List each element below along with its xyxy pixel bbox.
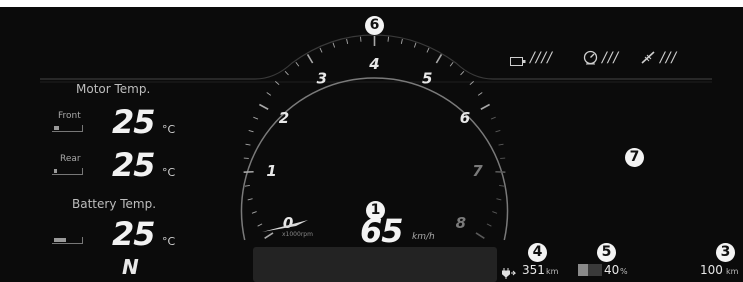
dial-minor-tick — [257, 223, 263, 227]
instrument-cluster: 0 1 2 3 4 5 6 7 8 6 7 //// /// /// Motor Temp. F… — [0, 7, 743, 282]
dial-minor-tick — [413, 42, 417, 48]
dial-major-tick — [435, 54, 443, 64]
dial-minor-tick — [499, 184, 505, 187]
dial-minor-tick — [495, 130, 501, 133]
dial-minor-tick — [498, 143, 504, 146]
spark-plug-icon — [640, 50, 656, 69]
rear-temp-bar — [52, 168, 83, 175]
charge-bar — [578, 264, 602, 276]
range-unit: km — [546, 267, 559, 276]
dial-minor-tick — [492, 211, 498, 214]
front-temp-bar — [52, 125, 83, 132]
range-value: 351 — [522, 263, 545, 277]
dial-minor-tick — [251, 211, 257, 214]
front-temp-value: 25 — [112, 103, 156, 141]
dial-minor-tick — [295, 61, 300, 67]
dial-minor-tick — [253, 116, 259, 120]
callout-5: 5 — [597, 243, 616, 262]
dial-tick-label: 4 — [368, 55, 379, 73]
dial-minor-tick — [486, 223, 492, 227]
trip-unit: km — [726, 267, 739, 276]
callout-1: 1 — [366, 201, 385, 220]
dial-minor-tick — [247, 198, 253, 201]
front-temp-bar-fill — [54, 126, 59, 130]
rear-temp-bar-fill — [54, 169, 57, 173]
battery-indicator-marks: //// — [530, 50, 553, 66]
spark-indicator-marks: /// — [660, 50, 678, 66]
dial-tick-label: 1 — [266, 162, 276, 180]
figure-stage: 0 1 2 3 4 5 6 7 8 6 7 //// /// /// Motor Temp. F… — [0, 0, 743, 282]
callout-6: 6 — [365, 16, 384, 35]
dial-minor-tick — [319, 47, 323, 53]
front-label: Front — [58, 111, 81, 121]
dial-tick-label: 0 — [283, 214, 293, 232]
motor-temp-title: Motor Temp. — [76, 82, 151, 96]
battery-temp-unit: °C — [162, 235, 176, 248]
dial-minor-tick — [248, 130, 254, 133]
callout-7: 7 — [625, 148, 644, 167]
callout-3: 3 — [716, 243, 735, 262]
n-logo: N — [122, 255, 139, 279]
battery-temp-bar — [52, 237, 83, 244]
rear-temp-unit: °C — [162, 166, 176, 179]
rear-temp-value: 25 — [112, 146, 156, 184]
battery-temp-value: 25 — [112, 215, 156, 253]
dial-minor-tick — [426, 47, 430, 53]
dial-tick-label: 3 — [317, 69, 327, 87]
speed-unit: km/h — [412, 232, 435, 242]
dial-minor-tick — [332, 42, 336, 48]
dial-minor-tick — [245, 143, 251, 146]
dial-tick-label: 7 — [472, 162, 483, 180]
dial-minor-tick — [244, 184, 250, 187]
dial-minor-tick — [284, 70, 289, 76]
dial-major-tick — [475, 232, 485, 240]
dial-minor-tick — [266, 92, 272, 96]
dial-minor-tick — [490, 116, 496, 120]
callout-4: 4 — [528, 243, 547, 262]
info-panel — [253, 247, 497, 282]
battery-temp-title: Battery Temp. — [72, 197, 157, 211]
dial-minor-tick — [477, 92, 483, 96]
charge-value: 40 — [604, 263, 620, 277]
dial-minor-tick — [387, 36, 389, 42]
dial-minor-tick — [496, 198, 502, 201]
dial-tick-label: 5 — [422, 69, 432, 87]
dial-major-tick — [264, 232, 274, 240]
dial-minor-tick — [346, 38, 349, 44]
dial-minor-tick — [360, 36, 362, 42]
dial-tick-label: 8 — [456, 214, 466, 232]
gauge-indicator-marks: /// — [602, 50, 620, 66]
charge-bar-fill — [578, 264, 588, 276]
plug-icon — [502, 264, 517, 282]
rear-label: Rear — [60, 154, 81, 164]
charge-unit: % — [620, 267, 628, 276]
dial-minor-tick — [460, 70, 465, 76]
dial-tick-label: 2 — [279, 109, 289, 127]
gauge-icon — [583, 50, 598, 69]
dial-tick-label: 6 — [460, 109, 470, 127]
battery-temp-bar-fill — [54, 238, 66, 242]
rpm-unit: x1000rpm — [282, 231, 313, 238]
trip-value: 100 — [700, 263, 723, 277]
dial-major-tick — [480, 103, 491, 110]
battery-icon — [510, 52, 526, 71]
front-temp-unit: °C — [162, 123, 176, 136]
dial-minor-tick — [400, 38, 403, 44]
dial-major-tick — [306, 54, 314, 64]
dial-major-tick — [258, 103, 269, 110]
dial-minor-tick — [449, 61, 454, 67]
